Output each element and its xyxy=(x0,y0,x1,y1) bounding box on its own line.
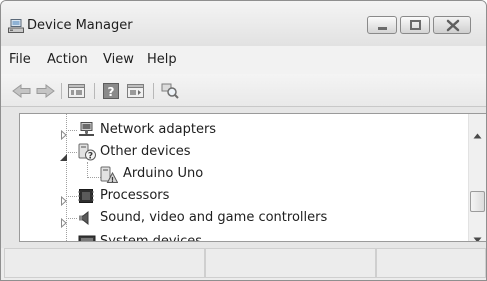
tree-item-arduino-uno[interactable]: ! Arduino Uno xyxy=(20,163,486,185)
speaker-icon xyxy=(78,210,94,230)
status-pane xyxy=(4,248,205,278)
menu-bar: File Action View Help xyxy=(1,46,486,74)
console-tree-icon[interactable] xyxy=(127,83,145,103)
tree-connector-line xyxy=(68,218,77,219)
svg-text:!: ! xyxy=(111,176,114,184)
status-pane xyxy=(376,248,486,278)
scroll-up-arrow-icon[interactable] xyxy=(473,124,482,143)
menu-help[interactable]: Help xyxy=(147,52,177,68)
close-icon xyxy=(446,19,460,32)
forward-arrow-icon[interactable] xyxy=(35,83,55,103)
maximize-icon xyxy=(410,20,421,30)
toolbar-separator xyxy=(153,83,154,99)
help-icon[interactable]: ? xyxy=(103,83,119,103)
device-tree: Network adapters ? Other devices ! Ardui… xyxy=(19,113,486,242)
maximize-button[interactable] xyxy=(400,16,430,34)
properties-view-icon[interactable] xyxy=(68,83,86,103)
menu-view[interactable]: View xyxy=(103,52,134,68)
processor-icon xyxy=(78,188,94,208)
tree-item-label: Network adapters xyxy=(100,122,217,137)
tree-connector-line xyxy=(68,130,77,131)
tree-item-label: System devices xyxy=(100,234,203,242)
toolbar-separator xyxy=(61,83,62,99)
tree-item-other-devices[interactable]: ? Other devices xyxy=(20,141,486,163)
scan-hardware-icon[interactable] xyxy=(161,83,179,103)
window-title: Device Manager xyxy=(27,18,133,33)
tree-item-sound-video-game-controllers[interactable]: Sound, video and game controllers xyxy=(20,207,486,229)
tree-item-label: Processors xyxy=(100,188,170,203)
menu-action[interactable]: Action xyxy=(47,52,88,68)
device-manager-app-icon xyxy=(8,18,24,33)
tree-item-system-devices[interactable]: System devices xyxy=(20,231,486,242)
svg-text:?: ? xyxy=(108,85,115,99)
tree-connector-line xyxy=(68,196,77,197)
network-adapter-icon xyxy=(78,122,95,142)
minimize-button[interactable] xyxy=(367,16,397,34)
tree-item-processors[interactable]: Processors xyxy=(20,185,486,207)
menu-file[interactable]: File xyxy=(9,52,31,68)
tree-item-label: Sound, video and game controllers xyxy=(100,210,328,225)
device-manager-window: Device Manager File Action View Help ? N… xyxy=(0,0,487,281)
vertical-scrollbar[interactable] xyxy=(468,114,486,241)
expand-arrow-icon[interactable] xyxy=(60,213,68,232)
tree-connector-line xyxy=(68,152,77,153)
back-arrow-icon[interactable] xyxy=(12,83,32,103)
caption-buttons xyxy=(367,16,471,36)
tree-item-label: Arduino Uno xyxy=(123,166,204,181)
tree-item-label: Other devices xyxy=(100,144,191,159)
close-button[interactable] xyxy=(433,16,471,34)
toolbar: ? xyxy=(1,74,486,107)
scroll-down-arrow-icon[interactable] xyxy=(473,228,482,241)
status-pane xyxy=(205,248,376,278)
toolbar-separator xyxy=(94,83,95,99)
system-device-icon xyxy=(78,234,96,241)
expand-arrow-icon[interactable] xyxy=(60,237,68,241)
unknown-device-icon: ? xyxy=(78,143,96,165)
title-bar[interactable]: Device Manager xyxy=(1,1,486,46)
scrollbar-thumb[interactable] xyxy=(470,191,485,212)
svg-text:?: ? xyxy=(88,152,93,162)
status-bar xyxy=(1,248,486,280)
tree-item-network-adapters[interactable]: Network adapters xyxy=(20,119,486,141)
minimize-icon xyxy=(378,27,387,30)
